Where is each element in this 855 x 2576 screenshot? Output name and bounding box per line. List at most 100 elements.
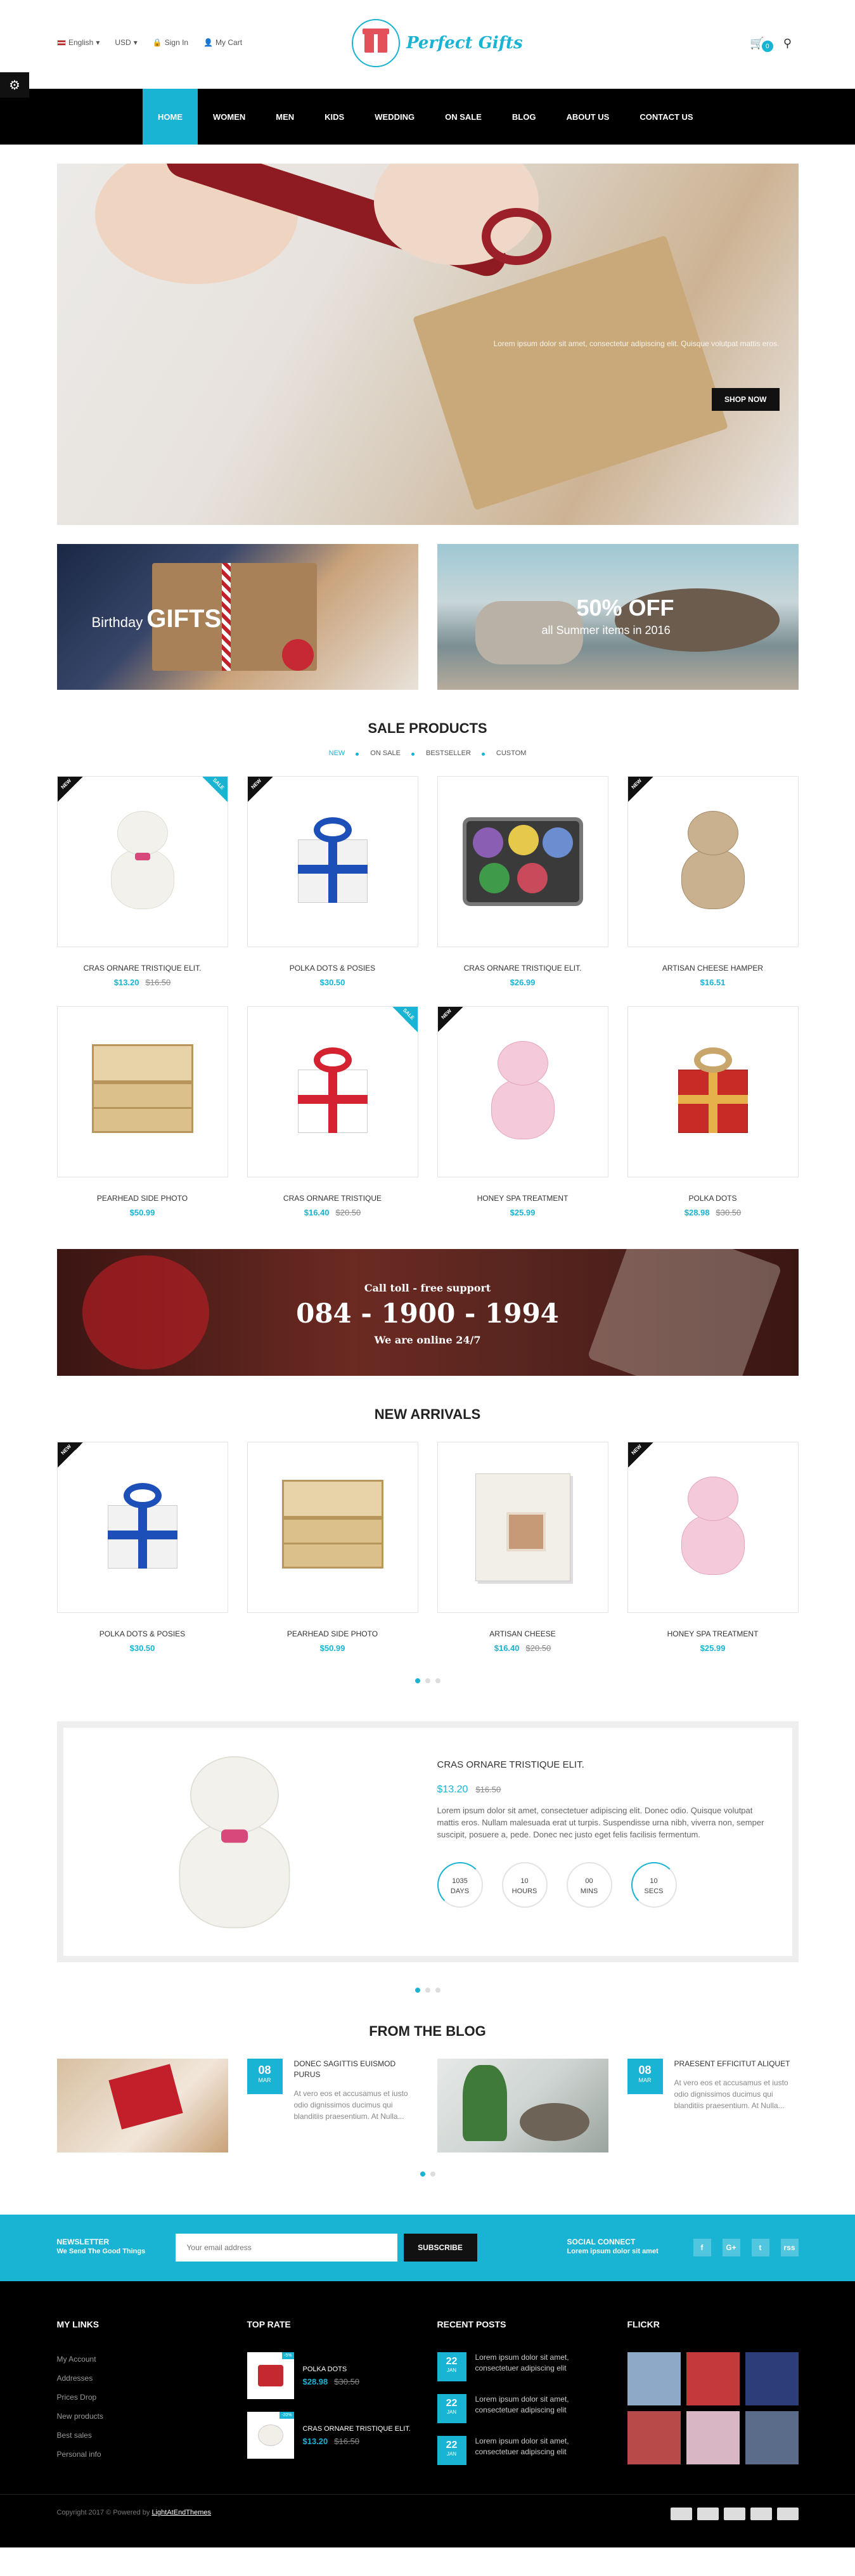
flickr-photo[interactable] [627, 2411, 681, 2464]
google-plus-icon[interactable]: G+ [722, 2239, 740, 2256]
product-name[interactable]: Artisan Cheese Hamper [627, 964, 799, 973]
product-image[interactable] [437, 1442, 608, 1613]
mycart-link[interactable]: 👤 My Cart [203, 38, 242, 47]
pager-dot[interactable] [415, 1678, 420, 1683]
nav-item[interactable]: Blog [497, 89, 551, 145]
sale-tab[interactable]: Bestseller [411, 749, 471, 757]
flickr-photo[interactable] [686, 2411, 740, 2464]
product-name[interactable]: Honey Spa Treatment [627, 1629, 799, 1638]
nav-item[interactable]: Men [260, 89, 309, 145]
deal-name[interactable]: Cras Ornare Tristique Elit. [437, 1759, 773, 1770]
search-icon[interactable]: ⚲ [783, 37, 792, 50]
pager-dot[interactable] [435, 1678, 440, 1683]
product-image[interactable] [437, 776, 608, 947]
product-card[interactable]: Pearhead Side Photo $50.99 [56, 1006, 228, 1217]
product-name[interactable]: Polka Dots & Posies [247, 964, 418, 973]
flickr-photo[interactable] [627, 2352, 681, 2405]
nav-item[interactable]: Home [143, 89, 198, 145]
product-image[interactable]: NEW [56, 1442, 228, 1613]
product-name[interactable]: Pearhead Side Photo [247, 1629, 418, 1638]
subscribe-button[interactable]: Subscribe [403, 2234, 477, 2262]
gear-icon[interactable]: ⚙ [0, 72, 29, 98]
sale-tab[interactable]: New [329, 749, 345, 757]
product-card[interactable]: Pearhead Side Photo $50.99 [247, 1442, 418, 1653]
product-image[interactable]: NEW [437, 1006, 608, 1177]
signin-link[interactable]: 🔒 Sign In [153, 38, 188, 47]
product-card[interactable]: NEW SALE Cras Ornare Tristique Elit. $13.20… [56, 776, 228, 987]
footer-link[interactable]: Prices Drop [57, 2393, 228, 2402]
sale-tab[interactable]: On Sale [356, 749, 401, 757]
product-card[interactable]: NEW Honey Spa Treatment $25.99 [437, 1006, 608, 1217]
copyright-link[interactable]: LightAtEndThemes [151, 2509, 211, 2516]
footer-link[interactable]: Best sales [57, 2431, 228, 2440]
flickr-photo[interactable] [745, 2352, 799, 2405]
product-name[interactable]: Cras Ornare Tristique Elit. [437, 964, 608, 973]
recent-post[interactable]: 22 Jan Lorem ipsum dolor sit amet, consect… [437, 2436, 608, 2465]
product-card[interactable]: NEW Honey Spa Treatment $25.99 [627, 1442, 799, 1653]
blog-image[interactable] [437, 2059, 608, 2152]
product-card[interactable]: Cras Ornare Tristique Elit. $26.99 [437, 776, 608, 987]
product-name[interactable]: Polka Dots & Posies [57, 1629, 228, 1638]
pager-dot[interactable] [425, 1988, 430, 1993]
blog-image[interactable] [56, 2059, 228, 2152]
nav-item[interactable]: About Us [551, 89, 624, 145]
product-name[interactable]: Pearhead Side Photo [57, 1194, 228, 1203]
pager-dot[interactable] [415, 1988, 420, 1993]
pager-dot[interactable] [430, 2171, 435, 2177]
twitter-icon[interactable]: t [751, 2239, 769, 2256]
sale-tab[interactable]: Custom [481, 749, 526, 757]
product-name[interactable]: Artisan Cheese [437, 1629, 608, 1638]
footer-link[interactable]: Addresses [57, 2374, 228, 2383]
logo[interactable]: Perfect Gifts [352, 19, 523, 67]
language-select[interactable]: English ▾ [57, 38, 100, 47]
product-name[interactable]: Cras Ornare Tristique [247, 1194, 418, 1203]
birthday-banner[interactable]: Birthday GIFTS [56, 544, 418, 690]
product-image[interactable]: NEW [247, 776, 418, 947]
product-card[interactable]: NEW Polka Dots & Posies $30.50 [247, 776, 418, 987]
footer-link[interactable]: New products [57, 2412, 228, 2421]
nav-item[interactable]: On Sale [430, 89, 497, 145]
flickr-photo[interactable] [686, 2352, 740, 2405]
facebook-icon[interactable]: f [693, 2239, 711, 2256]
recent-posts: 22 Jan Lorem ipsum dolor sit amet, consect… [437, 2352, 608, 2465]
product-image[interactable]: NEW SALE [56, 776, 228, 947]
product-card[interactable]: Polka Dots $28.98 $30.50 [627, 1006, 799, 1217]
nav-item[interactable]: Contact Us [624, 89, 708, 145]
flickr-photo[interactable] [745, 2411, 799, 2464]
pager-dot[interactable] [435, 1988, 440, 1993]
product-image[interactable]: SALE [247, 1006, 418, 1177]
rss-icon[interactable]: rss [780, 2239, 799, 2256]
nav-item[interactable]: Women [198, 89, 260, 145]
product-card[interactable]: NEW Polka Dots & Posies $30.50 [56, 1442, 228, 1653]
product-image[interactable]: NEW [627, 776, 799, 947]
newsletter-email-input[interactable] [175, 2234, 397, 2262]
currency-select[interactable]: USD ▾ [115, 38, 137, 47]
product-image[interactable] [56, 1006, 228, 1177]
product-name[interactable]: Honey Spa Treatment [437, 1194, 608, 1203]
product-image[interactable]: NEW [627, 1442, 799, 1613]
footer-link[interactable]: Personal info [57, 2450, 228, 2459]
product-card[interactable]: SALE Cras Ornare Tristique $16.40 $20.50 [247, 1006, 418, 1217]
pager-dot[interactable] [425, 1678, 430, 1683]
product-image[interactable] [247, 1442, 418, 1613]
recent-post[interactable]: 22 Jan Lorem ipsum dolor sit amet, consect… [437, 2352, 608, 2381]
deal-image[interactable] [139, 1753, 330, 1937]
toprate-item[interactable]: -5% Polka Dots $28.98 $30.50 [247, 2352, 418, 2399]
post-title[interactable]: Donec sagittis euismod purus [294, 2059, 418, 2080]
product-name[interactable]: Polka Dots [627, 1194, 799, 1203]
product-card[interactable]: NEW Artisan Cheese Hamper $16.51 [627, 776, 799, 987]
product-name[interactable]: Cras Ornare Tristique Elit. [57, 964, 228, 973]
cart-icon[interactable]: 🛒 0 [750, 37, 773, 52]
recent-post[interactable]: 22 Jan Lorem ipsum dolor sit amet, consect… [437, 2394, 608, 2423]
post-title[interactable]: Praesent efficitut aliquet [674, 2059, 799, 2069]
product-card[interactable]: Artisan Cheese $16.40 $20.50 [437, 1442, 608, 1653]
shop-now-button[interactable]: Shop Now [712, 388, 780, 411]
summer-banner[interactable]: 50% OFF all Summer items in 2016 [437, 544, 799, 690]
toprate-item[interactable]: -20% Cras Ornare Tristique Elit. $13.20 $… [247, 2412, 418, 2459]
footer-link[interactable]: My Account [57, 2355, 228, 2364]
lock-icon: 🔒 [152, 38, 162, 47]
nav-item[interactable]: Wedding [359, 89, 430, 145]
pager-dot[interactable] [420, 2171, 425, 2177]
product-image[interactable] [627, 1006, 799, 1177]
nav-item[interactable]: Kids [309, 89, 359, 145]
